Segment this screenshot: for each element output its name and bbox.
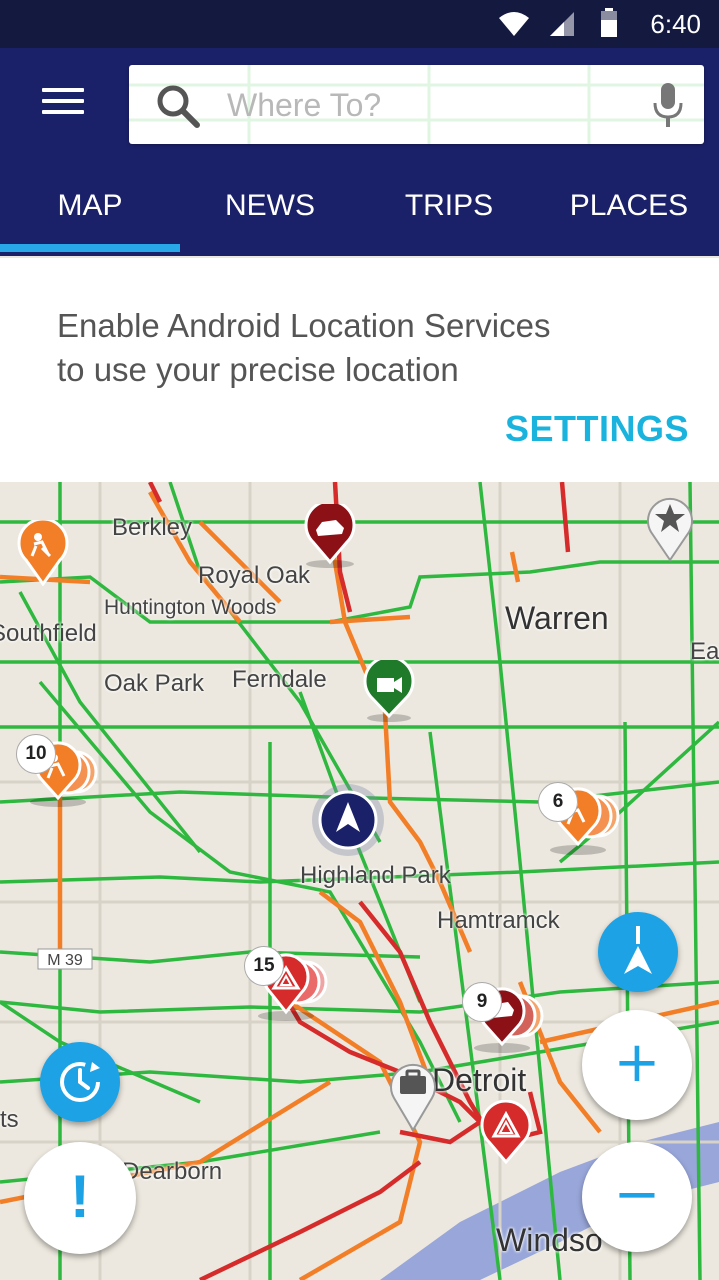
settings-button[interactable]: SETTINGS [505, 408, 689, 450]
cluster-count: 15 [244, 946, 284, 986]
construction-pin-icon[interactable] [16, 520, 70, 586]
hamburger-menu-icon[interactable] [34, 82, 94, 122]
history-icon [60, 1062, 100, 1102]
zoom-out-button[interactable]: − [582, 1142, 692, 1252]
place-label: Highland Park [300, 862, 451, 889]
place-label: Southfield [0, 620, 97, 647]
microphone-icon[interactable] [650, 81, 686, 129]
wifi-icon [499, 12, 529, 36]
cluster-count: 9 [462, 982, 502, 1022]
work-briefcase-pin-icon[interactable] [388, 1058, 438, 1134]
search-icon[interactable] [153, 81, 201, 129]
place-label: Huntington Woods [104, 596, 277, 619]
search-box[interactable] [129, 65, 704, 144]
place-label: Ea [690, 638, 719, 665]
tab-map[interactable]: MAP [0, 172, 180, 250]
location-services-banner: Enable Android Location Services to use … [0, 258, 719, 483]
current-location-icon [312, 784, 384, 856]
history-button[interactable] [40, 1042, 120, 1122]
compass-north-icon [624, 926, 652, 974]
place-label: Oak Park [104, 670, 205, 697]
place-label: Hamtramck [437, 907, 560, 934]
minus-icon: − [613, 1162, 661, 1227]
place-label: Dearborn [122, 1158, 223, 1185]
report-incident-button[interactable]: ! [24, 1142, 136, 1254]
place-label: Detroit [432, 1062, 527, 1098]
cell-signal-icon [550, 12, 574, 36]
tab-trips[interactable]: TRIPS [359, 172, 539, 250]
cluster-count: 6 [538, 782, 578, 822]
compass-button[interactable] [598, 912, 678, 992]
plus-icon: + [613, 1030, 661, 1095]
exclamation-icon: ! [70, 1163, 90, 1230]
zoom-in-button[interactable]: + [582, 1010, 692, 1120]
tab-places[interactable]: PLACES [539, 172, 719, 250]
app-bar: MAP NEWS TRIPS PLACES [0, 48, 719, 256]
search-input[interactable] [225, 73, 629, 137]
place-label: Warren [505, 600, 609, 636]
crash-cluster-9[interactable]: 9 [460, 978, 550, 1058]
construction-cluster-10[interactable]: 10 [14, 734, 104, 814]
road-shield-label: M 39 [47, 952, 83, 969]
status-bar: 6:40 [0, 0, 719, 48]
place-label: Royal Oak [198, 562, 311, 589]
hazard-pin-icon[interactable] [478, 1100, 534, 1164]
crash-pin-icon[interactable] [302, 504, 358, 570]
banner-line-2: to use your precise location [57, 351, 459, 388]
road-shield: M 39 [37, 948, 93, 970]
favorite-star-pin-icon[interactable] [645, 492, 695, 562]
tab-indicator [0, 244, 180, 252]
tab-news[interactable]: NEWS [180, 172, 360, 250]
cluster-count: 10 [16, 734, 56, 774]
hazard-cluster-15[interactable]: 15 [244, 946, 334, 1026]
construction-cluster-6[interactable]: 6 [538, 782, 628, 862]
battery-icon [601, 8, 617, 37]
status-time: 6:40 [650, 9, 701, 39]
place-label: ts [0, 1106, 19, 1133]
traffic-map[interactable]: M 39 Berkley Royal Oak Huntington Woods … [0, 482, 719, 1280]
place-label: Ferndale [232, 666, 327, 693]
place-label: Berkley [112, 514, 193, 541]
camera-pin-icon[interactable] [362, 660, 416, 722]
banner-line-1: Enable Android Location Services [57, 307, 551, 344]
banner-message: Enable Android Location Services to use … [57, 304, 657, 392]
